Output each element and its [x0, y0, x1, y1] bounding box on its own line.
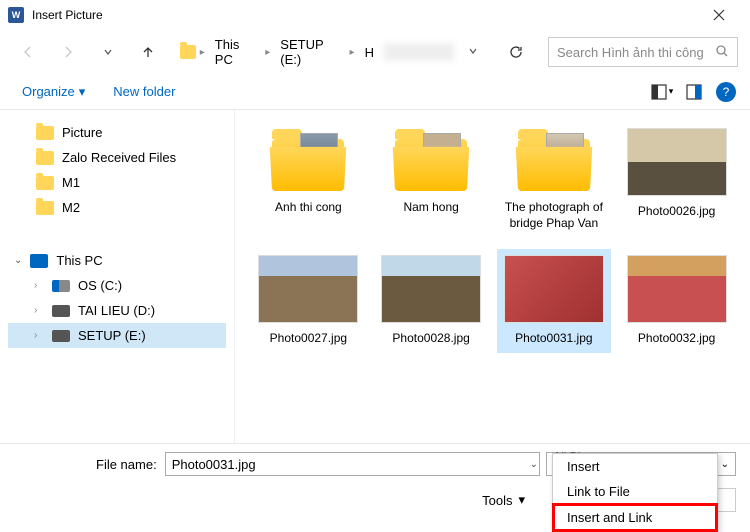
chevron-down-icon: ▾: [79, 84, 86, 100]
preview-pane-button[interactable]: [680, 78, 708, 106]
folder-icon: [36, 176, 54, 190]
sidebar-item[interactable]: M1: [8, 170, 226, 195]
drive-icon: [52, 330, 70, 342]
drive-icon: [52, 280, 70, 292]
help-button[interactable]: ?: [716, 82, 736, 102]
path-dropdown[interactable]: [462, 37, 484, 67]
sidebar-drive[interactable]: ›OS (C:): [8, 273, 226, 298]
file-item[interactable]: Photo0026.jpg: [619, 122, 734, 237]
sidebar-section-this-pc[interactable]: ⌄This PC: [8, 248, 226, 273]
refresh-button[interactable]: [500, 36, 532, 68]
search-icon: [715, 44, 729, 61]
folder-icon: [36, 126, 54, 140]
folder-icon: [36, 201, 54, 215]
menu-item-link-to-file[interactable]: Link to File: [553, 479, 717, 504]
sidebar-item[interactable]: Picture: [8, 120, 226, 145]
recent-dropdown[interactable]: [92, 36, 124, 68]
breadcrumb[interactable]: ▸ This PC ▸ SETUP (E:) ▸ H: [180, 33, 454, 71]
filename-label: File name:: [96, 457, 157, 472]
folder-item[interactable]: The photograph of bridge Phap Van: [497, 122, 612, 237]
folder-icon: [36, 151, 54, 165]
sidebar-item[interactable]: M2: [8, 195, 226, 220]
chevron-right-icon: ›: [34, 330, 44, 341]
file-item[interactable]: Photo0028.jpg: [374, 249, 489, 353]
chevron-right-icon: ▸: [200, 47, 205, 58]
folder-icon: [180, 45, 196, 59]
chevron-right-icon: ▸: [350, 47, 355, 58]
pc-icon: [30, 254, 48, 268]
back-button[interactable]: [12, 36, 44, 68]
sidebar-drive[interactable]: ›TAI LIEU (D:): [8, 298, 226, 323]
folder-item[interactable]: Anh thi cong: [251, 122, 366, 237]
svg-text:W: W: [12, 10, 21, 20]
search-input[interactable]: Search Hình ảnh thi công: [548, 37, 738, 67]
close-button[interactable]: [696, 0, 742, 30]
file-item[interactable]: Photo0032.jpg: [619, 249, 734, 353]
chevron-down-icon: ⌄: [14, 255, 22, 266]
menu-item-insert-and-link[interactable]: Insert and Link: [552, 503, 718, 532]
window-title: Insert Picture: [32, 8, 696, 22]
file-item-selected[interactable]: Photo0031.jpg: [497, 249, 612, 353]
breadcrumb-item[interactable]: SETUP (E:): [274, 33, 345, 71]
folder-item[interactable]: Nam hong: [374, 122, 489, 237]
chevron-down-icon: ▾: [518, 492, 525, 508]
chevron-right-icon: ›: [34, 280, 44, 291]
insert-dropdown-menu: Insert Link to File Insert and Link: [552, 453, 718, 532]
sidebar-item[interactable]: Zalo Received Files: [8, 145, 226, 170]
word-app-icon: W: [8, 7, 24, 23]
drive-icon: [52, 305, 70, 317]
search-placeholder: Search Hình ảnh thi công: [557, 45, 704, 60]
breadcrumb-item[interactable]: H: [359, 41, 380, 64]
new-folder-button[interactable]: New folder: [105, 80, 183, 103]
menu-item-insert[interactable]: Insert: [553, 454, 717, 479]
tools-button[interactable]: Tools ▾: [482, 492, 525, 508]
forward-button[interactable]: [52, 36, 84, 68]
up-button[interactable]: [132, 36, 164, 68]
breadcrumb-item[interactable]: This PC: [209, 33, 261, 71]
filename-input[interactable]: [165, 452, 540, 476]
chevron-right-icon: ▸: [265, 47, 270, 58]
sidebar-drive[interactable]: ›SETUP (E:): [8, 323, 226, 348]
chevron-right-icon: ›: [34, 305, 44, 316]
organize-button[interactable]: Organize ▾: [14, 80, 93, 104]
file-item[interactable]: Photo0027.jpg: [251, 249, 366, 353]
masked-path: [384, 43, 454, 61]
view-mode-button[interactable]: ▾: [648, 78, 676, 106]
